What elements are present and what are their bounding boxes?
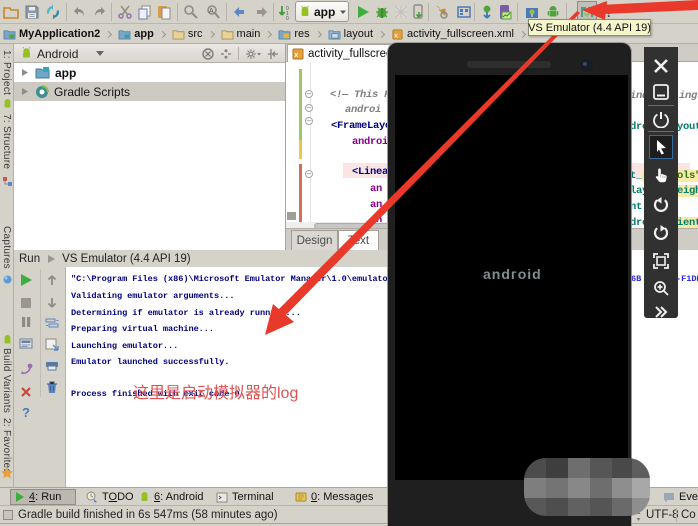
svg-text:?: ? (605, 5, 613, 20)
svg-text:0: 0 (286, 16, 289, 20)
svg-text:x: x (394, 32, 398, 39)
svg-text:x: x (294, 52, 298, 59)
svg-text:A: A (209, 8, 214, 15)
svg-text:?: ? (22, 405, 30, 419)
